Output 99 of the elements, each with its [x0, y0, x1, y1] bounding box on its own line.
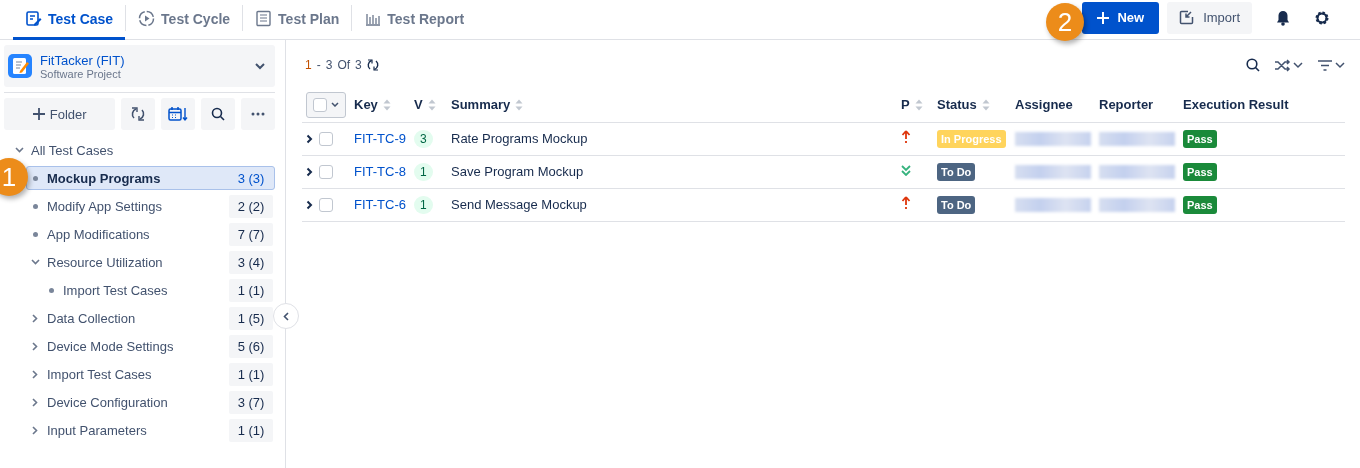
- calendar-sort-icon: [168, 106, 189, 122]
- refresh-button[interactable]: [121, 98, 156, 130]
- result-lozenge: Pass: [1183, 162, 1217, 181]
- expand-row-icon[interactable]: [306, 166, 313, 177]
- version-badge: 1: [414, 162, 433, 181]
- range-end: 3: [325, 58, 333, 72]
- row-checkbox[interactable]: [319, 197, 333, 212]
- test-case-summary: Send Message Mockup: [451, 197, 587, 212]
- column-header[interactable]: P: [901, 97, 910, 113]
- edit-icon: [25, 10, 42, 27]
- callout-badge: 2: [1046, 3, 1084, 41]
- folder-item[interactable]: App Modifications 7 (7): [26, 222, 275, 246]
- shuffle-icon: [1274, 58, 1291, 72]
- folder-item[interactable]: Resource Utilization 3 (4): [26, 250, 275, 274]
- column-header[interactable]: Summary: [451, 97, 511, 113]
- test-count: 1 (5): [229, 306, 273, 330]
- result-lozenge: Pass: [1183, 195, 1217, 214]
- chevron-down-icon: [255, 62, 265, 70]
- test-count: 3 (4): [229, 250, 273, 274]
- notepad-icon: [8, 54, 32, 78]
- bullet-icon: [48, 287, 54, 293]
- nav-tab[interactable]: Test Cycle: [126, 0, 243, 40]
- test-case-summary: Save Program Mockup: [451, 164, 584, 179]
- folder-item[interactable]: Device Mode Settings 5 (6): [26, 334, 275, 358]
- test-count: 1 (1): [229, 418, 273, 442]
- settings-icon[interactable]: [1314, 9, 1330, 26]
- test-count: 7 (7): [229, 222, 273, 246]
- column-header: Reporter: [1099, 97, 1154, 113]
- status-lozenge: To Do: [937, 195, 976, 214]
- refresh-icon: [131, 107, 146, 121]
- test-count: 2 (2): [229, 194, 273, 218]
- result-lozenge: Pass: [1183, 129, 1217, 148]
- column-header[interactable]: Key: [354, 97, 378, 113]
- range-dash: -: [316, 58, 321, 72]
- column-header: Execution Result: [1183, 97, 1289, 113]
- test-count: 3 (7): [229, 390, 273, 414]
- chevron-left-icon: [283, 311, 289, 321]
- collapse-sidebar-button[interactable]: [273, 303, 299, 329]
- test-case-key[interactable]: FIT-TC-6: [354, 197, 406, 212]
- new-button[interactable]: New: [1082, 1, 1160, 34]
- folder-item[interactable]: Data Collection 1 (5): [26, 306, 275, 330]
- refresh-icon[interactable]: [366, 59, 379, 71]
- tree-root-label[interactable]: All Test Cases: [31, 142, 273, 158]
- test-case-summary: Rate Programs Mockup: [451, 131, 588, 146]
- sort-by-date-button[interactable]: [161, 98, 196, 130]
- nav-tab[interactable]: Test Report: [352, 0, 477, 40]
- shuffle-dropdown[interactable]: [1274, 58, 1303, 72]
- test-case-key[interactable]: FIT-TC-9: [354, 131, 406, 146]
- callout-badge: 1: [0, 158, 28, 196]
- test-case-key[interactable]: FIT-TC-8: [354, 164, 406, 179]
- expand-row-icon[interactable]: [306, 133, 313, 144]
- test-count: 3 (3): [236, 169, 266, 188]
- version-badge: 3: [414, 129, 433, 148]
- import-icon: [1179, 10, 1195, 25]
- more-icon: [251, 112, 266, 116]
- folder-item[interactable]: Mockup Programs 3 (3): [26, 166, 275, 190]
- filter-dropdown[interactable]: [1317, 59, 1345, 71]
- chevron-down-icon: [1293, 61, 1303, 69]
- folder-item[interactable]: Modify App Settings 2 (2): [26, 194, 275, 218]
- search-button[interactable]: [201, 98, 236, 130]
- chevron-down-icon: [1335, 61, 1345, 69]
- folder-item[interactable]: Import Test Cases 1 (1): [42, 278, 275, 302]
- project-selector[interactable]: FitTacker (FIT) Software Project: [4, 45, 275, 87]
- version-badge: 1: [414, 195, 433, 214]
- bullet-icon: [32, 203, 38, 209]
- test-count: 1 (1): [229, 362, 273, 386]
- bullet-icon: [32, 175, 38, 181]
- test-count: 1 (1): [229, 278, 273, 302]
- column-header: Assignee: [1015, 97, 1073, 113]
- project-name: FitTacker (FIT): [40, 52, 126, 68]
- plus-icon: [1097, 11, 1110, 24]
- plus-icon: [32, 108, 45, 120]
- bullet-icon: [32, 231, 38, 237]
- column-header[interactable]: Status: [937, 97, 977, 113]
- row-checkbox[interactable]: [319, 164, 333, 179]
- folder-item[interactable]: Device Configuration 3 (7): [26, 390, 275, 414]
- nav-tab[interactable]: Test Plan: [243, 0, 352, 40]
- row-checkbox[interactable]: [319, 131, 333, 146]
- folder-item[interactable]: Input Parameters 1 (1): [26, 418, 275, 442]
- range-start: 1: [305, 58, 312, 72]
- search-icon[interactable]: [1246, 58, 1260, 72]
- search-icon: [211, 107, 226, 121]
- folder-item[interactable]: Import Test Cases 1 (1): [26, 362, 275, 386]
- add-folder-button[interactable]: Folder: [4, 98, 116, 130]
- expand-row-icon[interactable]: [306, 199, 313, 210]
- project-type: Software Project: [40, 67, 121, 80]
- play-cycle-icon: [138, 10, 156, 27]
- bell-icon[interactable]: [1276, 9, 1290, 26]
- status-lozenge: To Do: [937, 162, 976, 181]
- test-count: 5 (6): [229, 334, 273, 358]
- column-header[interactable]: V: [414, 97, 423, 113]
- document-list-icon: [255, 10, 273, 27]
- of-label: Of: [337, 58, 351, 72]
- import-button[interactable]: Import: [1167, 1, 1252, 34]
- chevron-down-icon: [331, 102, 339, 108]
- nav-tab[interactable]: Test Case: [13, 0, 126, 40]
- total-count: 3: [355, 58, 362, 72]
- filter-icon: [1317, 59, 1333, 71]
- status-lozenge: In Progress: [937, 129, 1006, 148]
